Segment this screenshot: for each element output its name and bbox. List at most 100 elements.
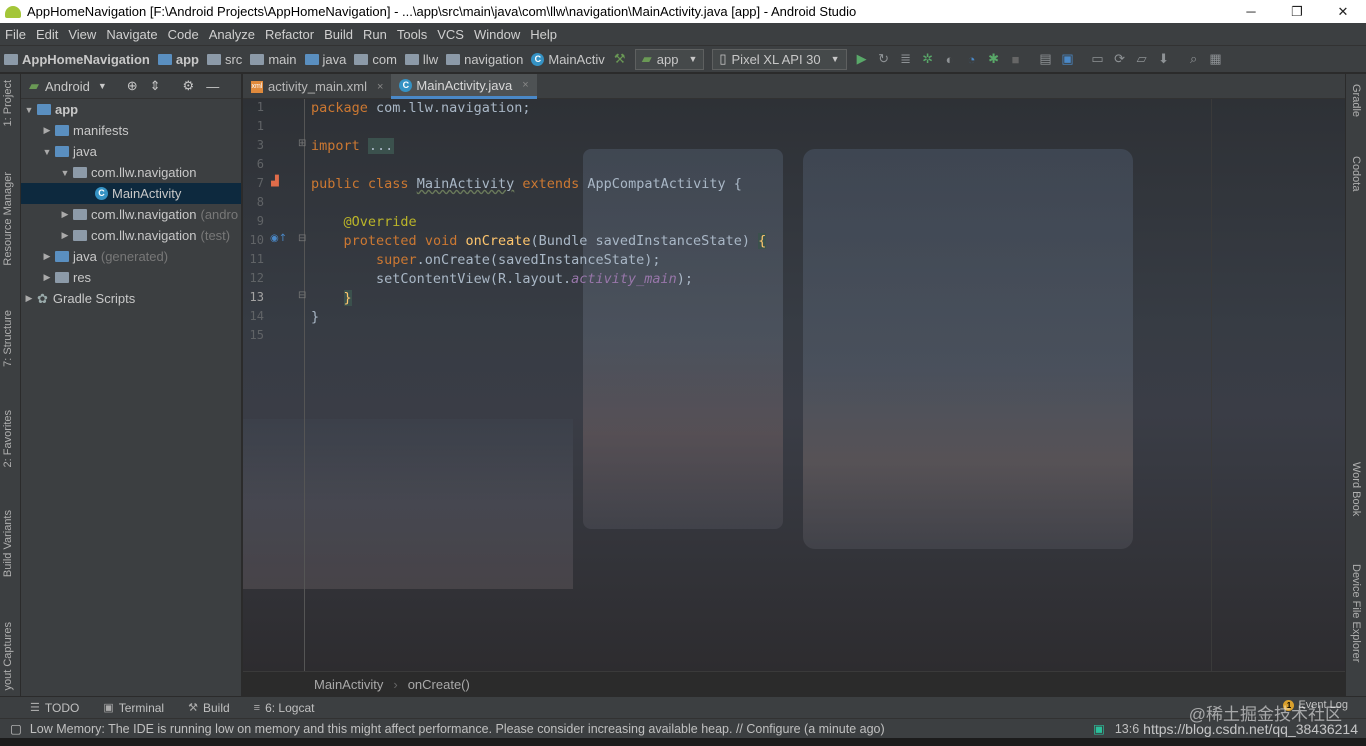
editor-crumb-class[interactable]: MainActivity <box>314 677 383 692</box>
tree-item-manifests[interactable]: ▶ manifests <box>21 120 241 141</box>
breadcrumb-mainactivity[interactable]: C MainActiv <box>527 52 608 67</box>
collapse-icon[interactable]: ⇕ <box>150 78 161 94</box>
menu-run[interactable]: Run <box>358 27 392 42</box>
collapsed-arrow-icon[interactable]: ▶ <box>41 125 53 136</box>
tool-logcat[interactable]: ≡ 6: Logcat <box>254 701 315 715</box>
menu-edit[interactable]: Edit <box>31 27 63 42</box>
fold-icon[interactable]: ⊟ <box>298 290 306 301</box>
breadcrumb-llw[interactable]: llw <box>401 52 442 67</box>
hide-icon[interactable]: — <box>206 79 219 94</box>
tool-terminal[interactable]: ▣ Terminal <box>103 701 164 715</box>
tab-build-variants[interactable]: Build Variants <box>2 510 14 577</box>
menu-tools[interactable]: Tools <box>392 27 432 42</box>
chevron-down-icon[interactable]: ▼ <box>98 81 107 91</box>
breadcrumb-main[interactable]: main <box>246 52 300 67</box>
sync-gradle-icon[interactable]: ⟳ <box>1109 48 1131 70</box>
translate-icon[interactable]: ▣ <box>1057 48 1079 70</box>
coverage-icon[interactable]: ✱ <box>983 48 1005 70</box>
menu-analyze[interactable]: Analyze <box>204 27 260 42</box>
close-button[interactable]: ✕ <box>1320 0 1366 23</box>
code-editor[interactable]: package com.llw.navigation; import ... p… <box>311 99 1345 671</box>
tree-item-java-generated[interactable]: ▶ java (generated) <box>21 246 241 267</box>
breadcrumb-navigation[interactable]: navigation <box>442 52 527 67</box>
tab-gradle[interactable]: Gradle <box>1350 84 1362 117</box>
breadcrumb-com[interactable]: com <box>350 52 401 67</box>
menu-refactor[interactable]: Refactor <box>260 27 319 42</box>
breadcrumb-src[interactable]: src <box>203 52 246 67</box>
view-mode-select[interactable]: Android <box>45 79 90 94</box>
codota-status-icon[interactable]: ▣ <box>1093 721 1105 736</box>
run-icon[interactable]: ▶ <box>851 48 873 70</box>
tab-mainactivity-java[interactable]: C MainActivity.java × <box>391 74 537 99</box>
tool-todo[interactable]: ☰ TODO <box>30 701 79 715</box>
collapsed-arrow-icon[interactable]: ▶ <box>59 209 71 220</box>
status-box-icon[interactable]: ▢ <box>10 721 22 736</box>
expanded-arrow-icon[interactable]: ▼ <box>41 147 53 157</box>
menu-navigate[interactable]: Navigate <box>101 27 162 42</box>
tree-item-package-test[interactable]: ▶ com.llw.navigation (test) <box>21 225 241 246</box>
tab-favorites[interactable]: 2: Favorites <box>2 410 14 467</box>
collapsed-arrow-icon[interactable]: ▶ <box>41 251 53 262</box>
menu-build[interactable]: Build <box>319 27 358 42</box>
fold-icon[interactable]: ⊞ <box>298 138 306 149</box>
tab-activity-main-xml[interactable]: xml activity_main.xml × <box>243 74 391 99</box>
menu-file[interactable]: File <box>0 27 31 42</box>
tab-codota[interactable]: Codota <box>1350 156 1362 191</box>
apply-code-icon[interactable]: ≣ <box>895 48 917 70</box>
breadcrumb-project[interactable]: AppHomeNavigation <box>0 52 154 67</box>
editor-crumb-method[interactable]: onCreate() <box>408 677 470 692</box>
search-icon[interactable]: ⌕ <box>1183 48 1205 70</box>
tab-word-book[interactable]: Word Book <box>1350 462 1362 516</box>
tab-structure[interactable]: 7: Structure <box>2 310 14 367</box>
status-message[interactable]: Low Memory: The IDE is running low on me… <box>30 722 1093 736</box>
tree-item-java[interactable]: ▼ java <box>21 141 241 162</box>
close-tab-icon[interactable]: × <box>377 81 383 93</box>
tree-item-package-android-test[interactable]: ▶ com.llw.navigation (andro <box>21 204 241 225</box>
menu-vcs[interactable]: VCS <box>432 27 469 42</box>
run-config-select[interactable]: ▰ app ▼ <box>634 48 705 70</box>
project-structure-icon[interactable]: ▤ <box>1035 48 1057 70</box>
breadcrumb-app[interactable]: app <box>154 52 203 67</box>
hammer-icon[interactable]: ⚒ <box>609 48 631 70</box>
expanded-arrow-icon[interactable]: ▼ <box>23 105 35 115</box>
tree-item-res[interactable]: ▶ res <box>21 267 241 288</box>
menu-code[interactable]: Code <box>163 27 204 42</box>
menu-help[interactable]: Help <box>525 27 562 42</box>
folded-imports[interactable]: ... <box>367 138 395 154</box>
tab-layout-captures[interactable]: yout Captures <box>2 622 14 690</box>
attach-debugger-icon[interactable]: ◐ <box>939 48 961 70</box>
tab-device-file-explorer[interactable]: Device File Explorer <box>1350 564 1362 662</box>
minimize-button[interactable]: ─ <box>1228 0 1274 23</box>
fold-icon[interactable]: ⊟ <box>298 233 306 244</box>
menu-view[interactable]: View <box>63 27 101 42</box>
settings-icon[interactable]: ▦ <box>1205 48 1227 70</box>
collapsed-arrow-icon[interactable]: ▶ <box>23 293 35 304</box>
sdk-manager-icon[interactable]: ⬇ <box>1153 48 1175 70</box>
caret-position[interactable]: 13:6 <box>1115 722 1139 736</box>
layout-icon[interactable]: ▭ <box>1087 48 1109 70</box>
collapsed-arrow-icon[interactable]: ▶ <box>41 272 53 283</box>
collapsed-arrow-icon[interactable]: ▶ <box>59 230 71 241</box>
tree-item-mainactivity[interactable]: C MainActivity <box>21 183 241 204</box>
avd-manager-icon[interactable]: ▱ <box>1131 48 1153 70</box>
apply-changes-icon[interactable]: ↻ <box>873 48 895 70</box>
tree-item-app[interactable]: ▼ app <box>21 99 241 120</box>
tool-build[interactable]: ⚒ Build <box>188 701 230 715</box>
expanded-arrow-icon[interactable]: ▼ <box>59 168 71 178</box>
gear-icon[interactable]: ⚙ <box>183 78 195 94</box>
debug-icon[interactable]: ✲ <box>917 48 939 70</box>
menu-window[interactable]: Window <box>469 27 525 42</box>
locate-icon[interactable]: ⊕ <box>127 78 138 94</box>
tree-item-gradle-scripts[interactable]: ▶ ✿ Gradle Scripts <box>21 288 241 309</box>
tab-project[interactable]: 1: Project <box>2 80 14 126</box>
activity-gutter-icon[interactable]: ▟ <box>271 176 279 187</box>
tab-resource-manager[interactable]: Resource Manager <box>2 172 14 266</box>
maximize-button[interactable]: ❐ <box>1274 0 1320 23</box>
tree-item-package[interactable]: ▼ com.llw.navigation <box>21 162 241 183</box>
override-gutter-icon[interactable]: ◉↑ <box>270 233 287 244</box>
close-tab-icon[interactable]: × <box>522 79 528 91</box>
device-select[interactable]: ▯ Pixel XL API 30 ▼ <box>712 48 847 70</box>
profile-icon[interactable]: ◔ <box>961 48 983 70</box>
stop-icon[interactable]: ■ <box>1005 48 1027 70</box>
breadcrumb-java[interactable]: java <box>301 52 351 67</box>
